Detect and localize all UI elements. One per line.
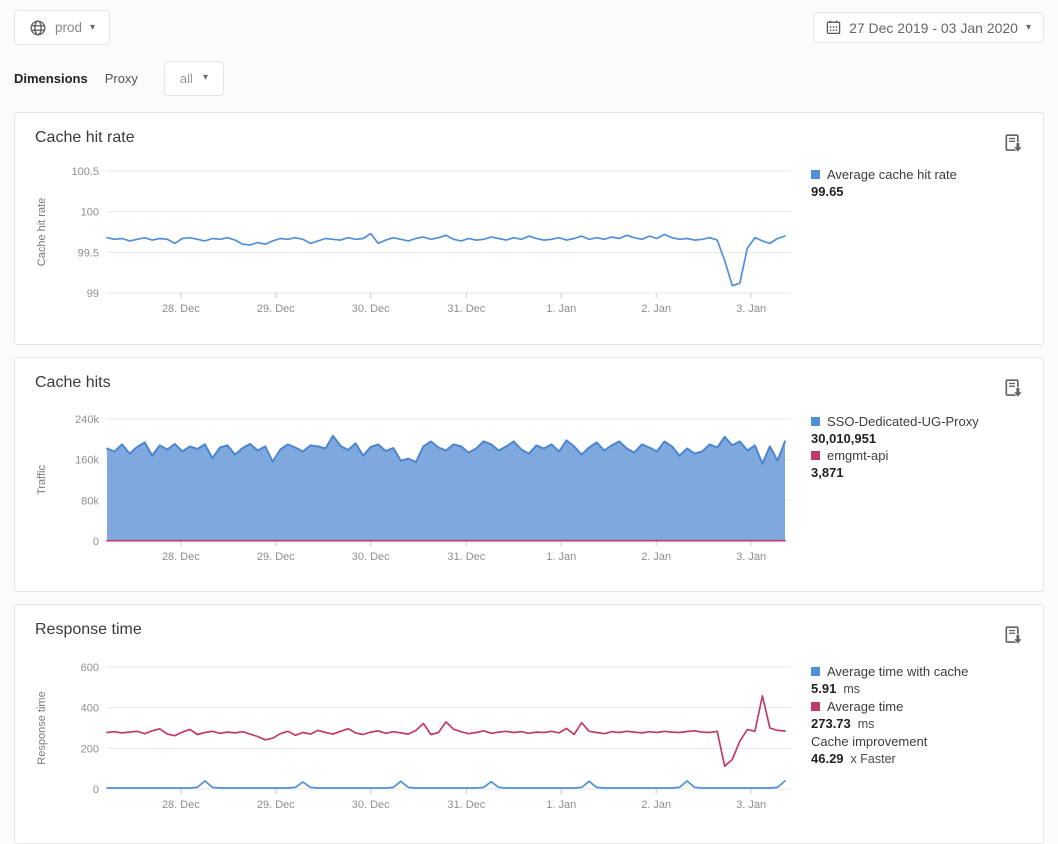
legend-item: Average time with cache <box>811 663 1046 680</box>
legend-swatch-icon <box>811 170 820 179</box>
export-report-glyph <box>1003 625 1025 647</box>
date-range-label: 27 Dec 2019 - 03 Jan 2020 <box>849 20 1018 36</box>
legend-item: emgmt-api <box>811 447 1046 464</box>
cache-hit-rate-chart[interactable]: 100.5 100 99.5 99 28. Dec 29. Dec 30. Dec 31. D… <box>31 163 801 323</box>
svg-text:1. Jan: 1. Jan <box>546 799 576 811</box>
svg-text:0: 0 <box>93 536 99 548</box>
response-time-chart[interactable]: 600 400 200 0 28. Dec 29. Dec 30. Dec 31. Dec 1.… <box>31 659 801 819</box>
legend-value: 5.91ms <box>811 680 1046 698</box>
chevron-down-icon: ▾ <box>90 23 95 33</box>
legend-value: 3,871 <box>811 464 1046 481</box>
svg-text:30. Dec: 30. Dec <box>352 303 390 315</box>
environment-label: prod <box>55 20 82 35</box>
svg-text:2. Jan: 2. Jan <box>641 303 671 315</box>
export-report-icon[interactable] <box>1003 625 1025 647</box>
legend-label: Average cache hit rate <box>827 166 957 183</box>
svg-text:3. Jan: 3. Jan <box>736 551 766 563</box>
legend-value-unit: ms <box>858 717 875 731</box>
legend-swatch-icon <box>811 702 820 711</box>
globe-icon <box>29 19 47 37</box>
svg-text:29. Dec: 29. Dec <box>257 303 295 315</box>
legend-label: Average time <box>827 698 903 715</box>
legend-value: 99.65 <box>811 183 1046 200</box>
legend-value: 273.73ms <box>811 715 1046 733</box>
svg-text:100: 100 <box>81 207 99 219</box>
svg-text:29. Dec: 29. Dec <box>257 799 295 811</box>
legend: Average cache hit rate99.65 <box>811 166 1046 200</box>
svg-text:600: 600 <box>81 662 99 674</box>
svg-text:30. Dec: 30. Dec <box>352 799 390 811</box>
svg-text:80k: 80k <box>81 495 99 507</box>
legend-item: SSO-Dedicated-UG-Proxy <box>811 413 1046 430</box>
panel-title: Response time <box>35 621 142 639</box>
svg-text:100.5: 100.5 <box>71 166 99 178</box>
svg-text:31. Dec: 31. Dec <box>447 303 485 315</box>
svg-text:240k: 240k <box>75 414 99 426</box>
legend-swatch-icon <box>811 417 820 426</box>
dimension-name: Proxy <box>105 71 138 86</box>
legend-value: 30,010,951 <box>811 430 1046 447</box>
svg-text:99.5: 99.5 <box>78 247 99 259</box>
panel-cache-hits: Cache hits 240k 160k 80k 0 28. Dec 29. Dec 30.… <box>14 357 1044 592</box>
svg-text:3. Jan: 3. Jan <box>736 303 766 315</box>
svg-text:200: 200 <box>81 743 99 755</box>
svg-text:28. Dec: 28. Dec <box>162 799 200 811</box>
svg-text:2. Jan: 2. Jan <box>641 799 671 811</box>
legend: Average time with cache5.91msAverage tim… <box>811 663 1046 768</box>
svg-text:31. Dec: 31. Dec <box>447 799 485 811</box>
legend-swatch-icon <box>811 667 820 676</box>
environment-selector[interactable]: prod ▾ <box>14 10 110 45</box>
chevron-down-icon: ▾ <box>203 73 208 83</box>
calendar-icon <box>826 20 841 35</box>
chevron-down-icon: ▾ <box>1026 23 1031 33</box>
svg-text:160k: 160k <box>75 455 99 467</box>
panel-title: Cache hit rate <box>35 129 135 147</box>
legend: SSO-Dedicated-UG-Proxy30,010,951emgmt-ap… <box>811 413 1046 481</box>
svg-text:Response time: Response time <box>36 691 48 764</box>
proxy-filter-dropdown[interactable]: all ▾ <box>164 61 224 96</box>
panel-response-time: Response time 600 400 200 0 28. Dec 29. Dec 30… <box>14 604 1044 844</box>
legend-label: SSO-Dedicated-UG-Proxy <box>827 413 979 430</box>
svg-text:0: 0 <box>93 784 99 796</box>
date-range-picker[interactable]: 27 Dec 2019 - 03 Jan 2020 ▾ <box>813 12 1044 43</box>
panel-cache-hit-rate: Cache hit rate 100.5 100 99.5 99 28. Dec 29. … <box>14 112 1044 345</box>
svg-text:29. Dec: 29. Dec <box>257 551 295 563</box>
svg-text:2. Jan: 2. Jan <box>641 551 671 563</box>
legend-value-unit: x Faster <box>851 752 896 766</box>
svg-text:1. Jan: 1. Jan <box>546 303 576 315</box>
export-report-glyph <box>1003 133 1025 155</box>
export-report-icon[interactable] <box>1003 378 1025 400</box>
svg-text:28. Dec: 28. Dec <box>162 551 200 563</box>
svg-text:99: 99 <box>87 288 99 300</box>
svg-text:3. Jan: 3. Jan <box>736 799 766 811</box>
svg-text:30. Dec: 30. Dec <box>352 551 390 563</box>
svg-text:28. Dec: 28. Dec <box>162 303 200 315</box>
export-report-glyph <box>1003 378 1025 400</box>
legend-label: emgmt-api <box>827 447 888 464</box>
proxy-filter-value: all <box>180 71 193 86</box>
legend-value-unit: ms <box>843 682 860 696</box>
svg-text:Traffic: Traffic <box>36 465 48 495</box>
legend-item: Average time <box>811 698 1046 715</box>
svg-text:400: 400 <box>81 703 99 715</box>
legend-item: Average cache hit rate <box>811 166 1046 183</box>
legend-label: Cache improvement <box>811 733 927 750</box>
export-report-icon[interactable] <box>1003 133 1025 155</box>
dimensions-label: Dimensions <box>14 71 88 86</box>
legend-label: Average time with cache <box>827 663 968 680</box>
dimensions-bar: Dimensions Proxy all ▾ <box>14 60 224 96</box>
svg-text:31. Dec: 31. Dec <box>447 551 485 563</box>
legend-swatch-icon <box>811 451 820 460</box>
svg-text:1. Jan: 1. Jan <box>546 551 576 563</box>
svg-text:Cache hit rate: Cache hit rate <box>36 198 48 266</box>
cache-hits-chart[interactable]: 240k 160k 80k 0 28. Dec 29. Dec 30. Dec 31. Dec… <box>31 411 801 571</box>
legend-item: Cache improvement <box>811 733 1046 750</box>
legend-value: 46.29x Faster <box>811 750 1046 768</box>
panel-title: Cache hits <box>35 374 111 392</box>
